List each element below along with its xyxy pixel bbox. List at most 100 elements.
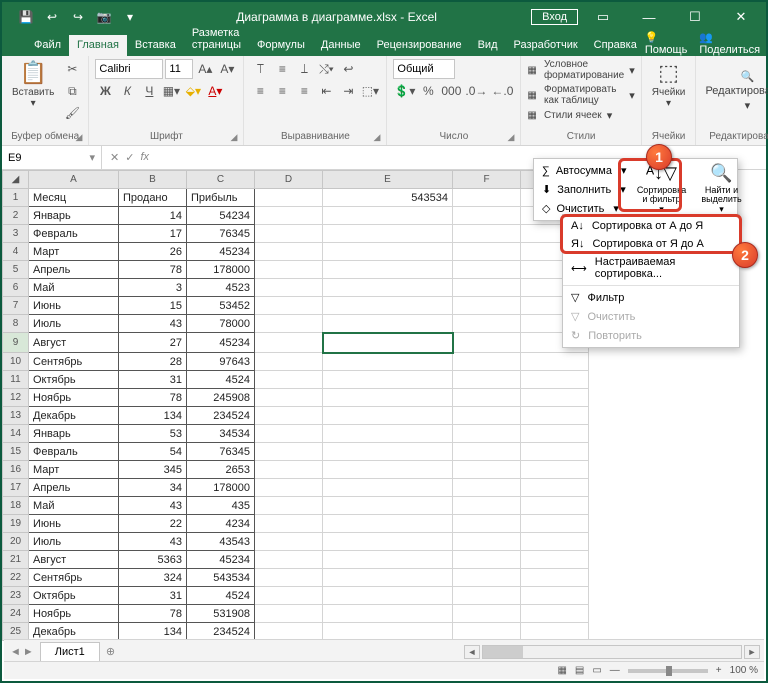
cell[interactable]: Март — [29, 243, 119, 261]
row-header[interactable]: 15 — [3, 443, 29, 461]
sort-za-item[interactable]: Я↓Сортировка от Я до А — [563, 235, 739, 253]
col-header[interactable]: B — [119, 171, 187, 189]
redo-icon[interactable]: ↪ — [66, 6, 90, 28]
cell[interactable]: Август — [29, 551, 119, 569]
cell[interactable]: 28 — [119, 353, 187, 371]
cell[interactable] — [453, 425, 521, 443]
copy-icon[interactable]: ⧉ — [62, 81, 82, 101]
cell[interactable] — [255, 315, 323, 333]
cell[interactable] — [323, 569, 453, 587]
cell[interactable] — [453, 333, 521, 353]
clipboard-launcher-icon[interactable]: ◢ — [75, 132, 82, 143]
cell[interactable] — [453, 297, 521, 315]
undo-icon[interactable]: ↩ — [40, 6, 64, 28]
cell[interactable] — [521, 389, 589, 407]
align-top-icon[interactable]: ⟙ — [250, 59, 270, 79]
fill-button[interactable]: ⬇Заполнить ▾ — [536, 180, 633, 199]
cell[interactable]: 4524 — [187, 371, 255, 389]
bold-icon[interactable]: Ж — [95, 81, 115, 101]
maximize-icon[interactable]: ☐ — [674, 3, 716, 31]
cell[interactable] — [255, 587, 323, 605]
fill-color-icon[interactable]: ⬙▾ — [183, 81, 203, 101]
tab-home[interactable]: Главная — [69, 35, 127, 56]
cell[interactable] — [323, 243, 453, 261]
cell[interactable]: Июнь — [29, 297, 119, 315]
cell[interactable]: 234524 — [187, 623, 255, 641]
tab-developer[interactable]: Разработчик — [506, 35, 586, 56]
cell[interactable]: Февраль — [29, 443, 119, 461]
cell[interactable] — [323, 587, 453, 605]
cell[interactable] — [323, 261, 453, 279]
cell[interactable]: 76345 — [187, 443, 255, 461]
cell[interactable]: 78000 — [187, 315, 255, 333]
cell[interactable] — [255, 243, 323, 261]
align-center-icon[interactable]: ≡ — [272, 81, 292, 101]
cell[interactable]: 78 — [119, 389, 187, 407]
cell[interactable]: Январь — [29, 425, 119, 443]
cell[interactable] — [521, 443, 589, 461]
underline-icon[interactable]: Ч — [139, 81, 159, 101]
row-header[interactable]: 22 — [3, 569, 29, 587]
cell[interactable]: 245908 — [187, 389, 255, 407]
tab-file[interactable]: Файл — [26, 35, 69, 56]
row-header[interactable]: 19 — [3, 515, 29, 533]
close-icon[interactable]: ✕ — [720, 3, 762, 31]
cell[interactable] — [255, 389, 323, 407]
row-header[interactable]: 17 — [3, 479, 29, 497]
cell[interactable]: Октябрь — [29, 371, 119, 389]
number-format-select[interactable] — [393, 59, 455, 79]
cell[interactable] — [255, 353, 323, 371]
row-header[interactable]: 14 — [3, 425, 29, 443]
cell[interactable]: 543534 — [187, 569, 255, 587]
autosum-button[interactable]: ∑Автосумма ▾ — [536, 161, 633, 180]
cell[interactable] — [521, 605, 589, 623]
editing-button[interactable]: 🔍Редактирование▾ — [702, 59, 768, 123]
cell[interactable]: Июнь — [29, 515, 119, 533]
sign-in-button[interactable]: Вход — [531, 9, 578, 25]
align-middle-icon[interactable]: ≡ — [272, 59, 292, 79]
tab-insert[interactable]: Вставка — [127, 35, 184, 56]
cell[interactable] — [323, 497, 453, 515]
cell[interactable]: Апрель — [29, 261, 119, 279]
row-header[interactable]: 12 — [3, 389, 29, 407]
cell[interactable]: 45234 — [187, 551, 255, 569]
cell[interactable]: Сентябрь — [29, 353, 119, 371]
cell[interactable]: 14 — [119, 207, 187, 225]
cell[interactable] — [323, 297, 453, 315]
cell[interactable] — [521, 533, 589, 551]
cell[interactable]: 54234 — [187, 207, 255, 225]
cell[interactable]: 43 — [119, 497, 187, 515]
share-button[interactable]: 👥 Поделиться — [699, 31, 760, 56]
cell[interactable] — [521, 479, 589, 497]
shrink-font-icon[interactable]: A▾ — [217, 59, 237, 79]
col-header[interactable]: E — [323, 171, 453, 189]
hscroll-left-icon[interactable]: ◄ — [464, 645, 480, 659]
cell[interactable] — [453, 189, 521, 207]
cell[interactable] — [323, 407, 453, 425]
number-launcher-icon[interactable]: ◢ — [508, 132, 515, 143]
align-bottom-icon[interactable]: ⟘ — [294, 59, 314, 79]
cell[interactable] — [521, 515, 589, 533]
cell[interactable] — [255, 225, 323, 243]
row-header[interactable]: 7 — [3, 297, 29, 315]
cell[interactable]: 5363 — [119, 551, 187, 569]
cell[interactable]: 76345 — [187, 225, 255, 243]
row-header[interactable]: 13 — [3, 407, 29, 425]
cell[interactable]: Продано — [119, 189, 187, 207]
view-break-icon[interactable]: ▭ — [592, 665, 601, 676]
cell[interactable] — [255, 425, 323, 443]
cell[interactable] — [255, 533, 323, 551]
cell[interactable]: 234524 — [187, 407, 255, 425]
cell[interactable]: 43543 — [187, 533, 255, 551]
cell[interactable] — [453, 371, 521, 389]
cell[interactable]: 178000 — [187, 261, 255, 279]
indent-dec-icon[interactable]: ⇤ — [316, 81, 336, 101]
zoom-level[interactable]: 100 % — [730, 665, 758, 676]
percent-icon[interactable]: % — [418, 81, 438, 101]
cell[interactable]: 178000 — [187, 479, 255, 497]
cell[interactable]: Прибыль — [187, 189, 255, 207]
cell[interactable]: 34 — [119, 479, 187, 497]
cell[interactable] — [453, 315, 521, 333]
name-box[interactable]: E9▾ — [2, 146, 102, 169]
cell[interactable] — [255, 333, 323, 353]
